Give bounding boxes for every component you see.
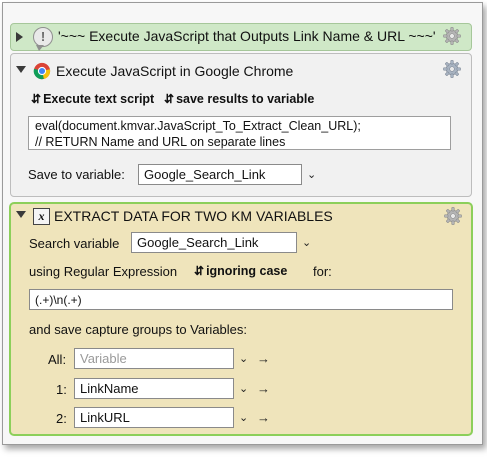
gear-icon[interactable] bbox=[444, 207, 462, 225]
updown-chevron-icon: ⇵ bbox=[31, 92, 42, 106]
search-variable-label: Search variable bbox=[29, 236, 120, 251]
disclosure-triangle-collapsed-icon[interactable] bbox=[16, 32, 23, 42]
group-all-variable-field[interactable]: Variable bbox=[74, 348, 234, 369]
chevron-down-icon[interactable]: ⌄ bbox=[239, 411, 248, 424]
regex-search-action[interactable]: x EXTRACT DATA FOR TWO KM VARIABLES Sear… bbox=[9, 202, 473, 436]
script-line-2: // RETURN Name and URL on separate lines bbox=[35, 135, 286, 149]
right-arrow-icon[interactable]: → bbox=[257, 351, 270, 366]
group-1-label: 1: bbox=[56, 382, 67, 397]
gear-icon[interactable] bbox=[443, 60, 461, 78]
save-variable-field[interactable]: Google_Search_Link bbox=[138, 164, 302, 185]
regex-x-icon: x bbox=[33, 208, 50, 225]
case-sensitivity-popup[interactable]: ⇵ ignoring case bbox=[194, 264, 287, 278]
for-label: for: bbox=[313, 264, 332, 279]
right-arrow-icon[interactable]: → bbox=[257, 381, 270, 396]
save-to-variable-label: Save to variable: bbox=[28, 167, 125, 182]
gear-icon[interactable] bbox=[443, 27, 461, 45]
script-line-1: eval(document.kmvar.JavaScript_To_Extrac… bbox=[35, 119, 361, 133]
chevron-down-icon[interactable]: ⌄ bbox=[239, 352, 248, 365]
chrome-icon bbox=[33, 62, 51, 80]
save-groups-label: and save capture groups to Variables: bbox=[29, 322, 248, 337]
chrome-action-title[interactable]: Execute JavaScript in Google Chrome bbox=[56, 63, 293, 79]
chevron-down-icon[interactable]: ⌄ bbox=[307, 168, 316, 181]
execute-mode-popup[interactable]: ⇵ Execute text script bbox=[31, 92, 154, 106]
execute-mode-label: Execute text script bbox=[43, 92, 155, 106]
regex-action-title[interactable]: EXTRACT DATA FOR TWO KM VARIABLES bbox=[54, 208, 333, 224]
case-option-label: ignoring case bbox=[206, 264, 288, 278]
search-variable-field[interactable]: Google_Search_Link bbox=[131, 232, 297, 253]
group-all-label: All: bbox=[48, 352, 67, 367]
chrome-javascript-action[interactable]: Execute JavaScript in Google Chrome ⇵ Exe… bbox=[10, 53, 472, 197]
comment-bubble-icon: ! bbox=[33, 27, 53, 51]
group-2-variable-field[interactable]: LinkURL bbox=[74, 407, 234, 428]
updown-chevron-icon: ⇵ bbox=[164, 92, 175, 106]
updown-chevron-icon: ⇵ bbox=[194, 264, 205, 278]
javascript-text-area[interactable]: eval(document.kmvar.JavaScript_To_Extrac… bbox=[28, 116, 451, 150]
group-2-label: 2: bbox=[56, 411, 67, 426]
save-results-label: save results to variable bbox=[176, 92, 315, 106]
comment-action[interactable]: ! '~~~ Execute JavaScript that Outputs L… bbox=[10, 23, 472, 51]
disclosure-triangle-expanded-icon[interactable] bbox=[16, 66, 26, 73]
using-regex-label: using Regular Expression bbox=[29, 264, 178, 279]
right-arrow-icon[interactable]: → bbox=[257, 410, 270, 425]
chevron-down-icon[interactable]: ⌄ bbox=[302, 236, 311, 249]
comment-action-title[interactable]: '~~~ Execute JavaScript that Outputs Lin… bbox=[58, 28, 436, 44]
group-1-variable-field[interactable]: LinkName bbox=[74, 378, 234, 399]
chevron-down-icon[interactable]: ⌄ bbox=[239, 382, 248, 395]
regex-pattern-field[interactable]: (.+)\n(.+) bbox=[29, 289, 453, 310]
macro-editor: ! '~~~ Execute JavaScript that Outputs L… bbox=[2, 2, 483, 445]
disclosure-triangle-expanded-icon[interactable] bbox=[16, 211, 26, 218]
save-results-popup[interactable]: ⇵ save results to variable bbox=[164, 92, 314, 106]
